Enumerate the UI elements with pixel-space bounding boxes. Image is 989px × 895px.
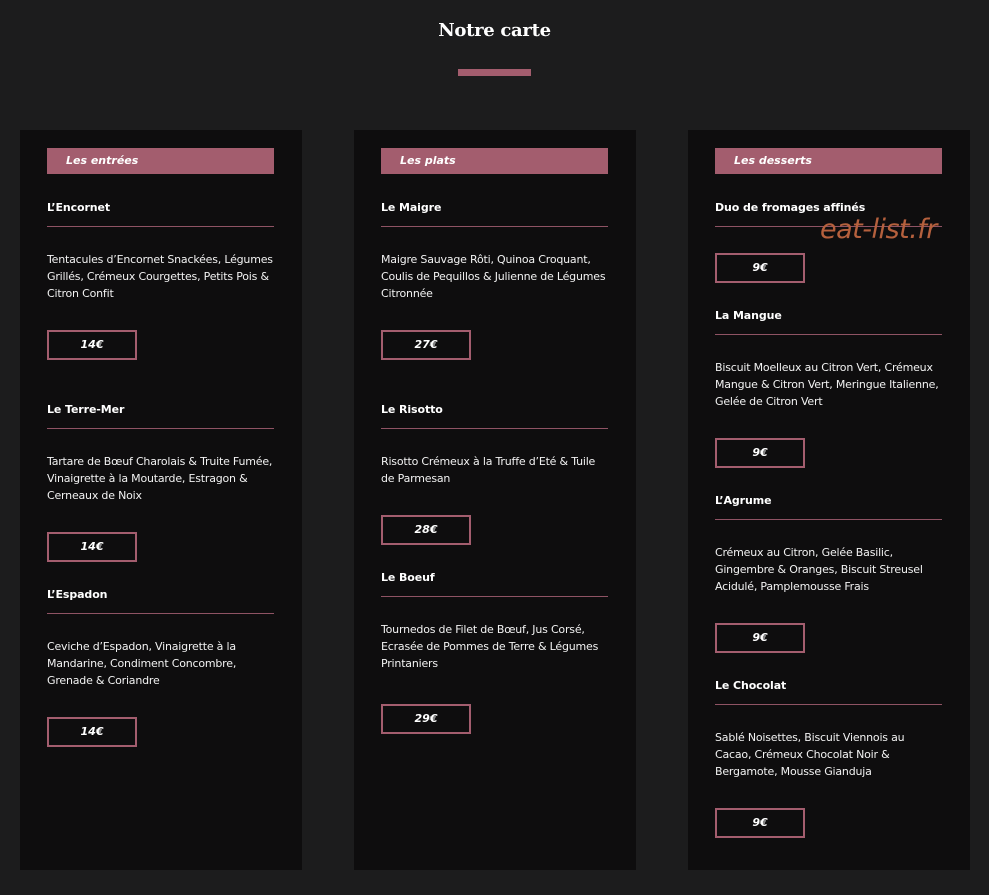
price-box: 27€ — [381, 330, 471, 360]
price-box: 28€ — [381, 515, 471, 545]
title-underline — [458, 69, 531, 76]
menu-item: Le Boeuf Tournedos de Filet de Bœuf, Jus… — [381, 571, 608, 672]
watermark-text: eat-list.fr — [820, 214, 937, 245]
item-name: L’Agrume — [715, 494, 942, 520]
item-name: L’Espadon — [47, 588, 274, 614]
item-description: Maigre Sauvage Rôti, Quinoa Croquant, Co… — [381, 253, 606, 300]
price-box: 9€ — [715, 253, 805, 283]
section-heading-desserts: Les desserts — [715, 148, 942, 174]
section-heading-entrees: Les entrées — [47, 148, 274, 174]
item-name: Le Terre-Mer — [47, 403, 274, 429]
menu-item: La Mangue Biscuit Moelleux au Citron Ver… — [715, 309, 942, 410]
item-name: Le Maigre — [381, 201, 608, 227]
item-description: Biscuit Moelleux au Citron Vert, Crémeux… — [715, 361, 939, 408]
section-heading-plats: Les plats — [381, 148, 608, 174]
price-box: 14€ — [47, 532, 137, 562]
price-box: 9€ — [715, 623, 805, 653]
item-name: L’Encornet — [47, 201, 274, 227]
item-description: Tartare de Bœuf Charolais & Truite Fumée… — [47, 455, 273, 502]
item-name: Le Chocolat — [715, 679, 942, 705]
item-description: Risotto Crémeux à la Truffe d’Eté & Tuil… — [381, 455, 596, 485]
menu-item: L’Espadon Ceviche d’Espadon, Vinaigrette… — [47, 588, 274, 689]
menu-item: Le Risotto Risotto Crémeux à la Truffe d… — [381, 403, 608, 487]
item-description: Tentacules d’Encornet Snackées, Légumes … — [47, 253, 273, 300]
price-box: 14€ — [47, 330, 137, 360]
price-box: 9€ — [715, 438, 805, 468]
page-title: Notre carte — [438, 20, 551, 41]
menu-item: Le Terre-Mer Tartare de Bœuf Charolais &… — [47, 403, 274, 504]
price-box: 14€ — [47, 717, 137, 747]
item-name: Le Risotto — [381, 403, 608, 429]
price-box: 29€ — [381, 704, 471, 734]
menu-item: L’Encornet Tentacules d’Encornet Snackée… — [47, 201, 274, 302]
menu-item: L’Agrume Crémeux au Citron, Gelée Basili… — [715, 494, 942, 595]
item-description: Sablé Noisettes, Biscuit Viennois au Cac… — [715, 731, 905, 778]
menu-column-entrees: Les entrées L’Encornet Tentacules d’Enco… — [20, 130, 302, 870]
menu-item: Le Chocolat Sablé Noisettes, Biscuit Vie… — [715, 679, 942, 780]
item-name: La Mangue — [715, 309, 942, 335]
menu-item: Le Maigre Maigre Sauvage Rôti, Quinoa Cr… — [381, 201, 608, 302]
price-box: 9€ — [715, 808, 805, 838]
item-description: Tournedos de Filet de Bœuf, Jus Corsé, E… — [381, 623, 599, 670]
item-name: Le Boeuf — [381, 571, 608, 597]
item-description: Ceviche d’Espadon, Vinaigrette à la Mand… — [47, 640, 237, 687]
item-description: Crémeux au Citron, Gelée Basilic, Gingem… — [715, 546, 923, 593]
menu-column-plats: Les plats Le Maigre Maigre Sauvage Rôti,… — [354, 130, 636, 870]
